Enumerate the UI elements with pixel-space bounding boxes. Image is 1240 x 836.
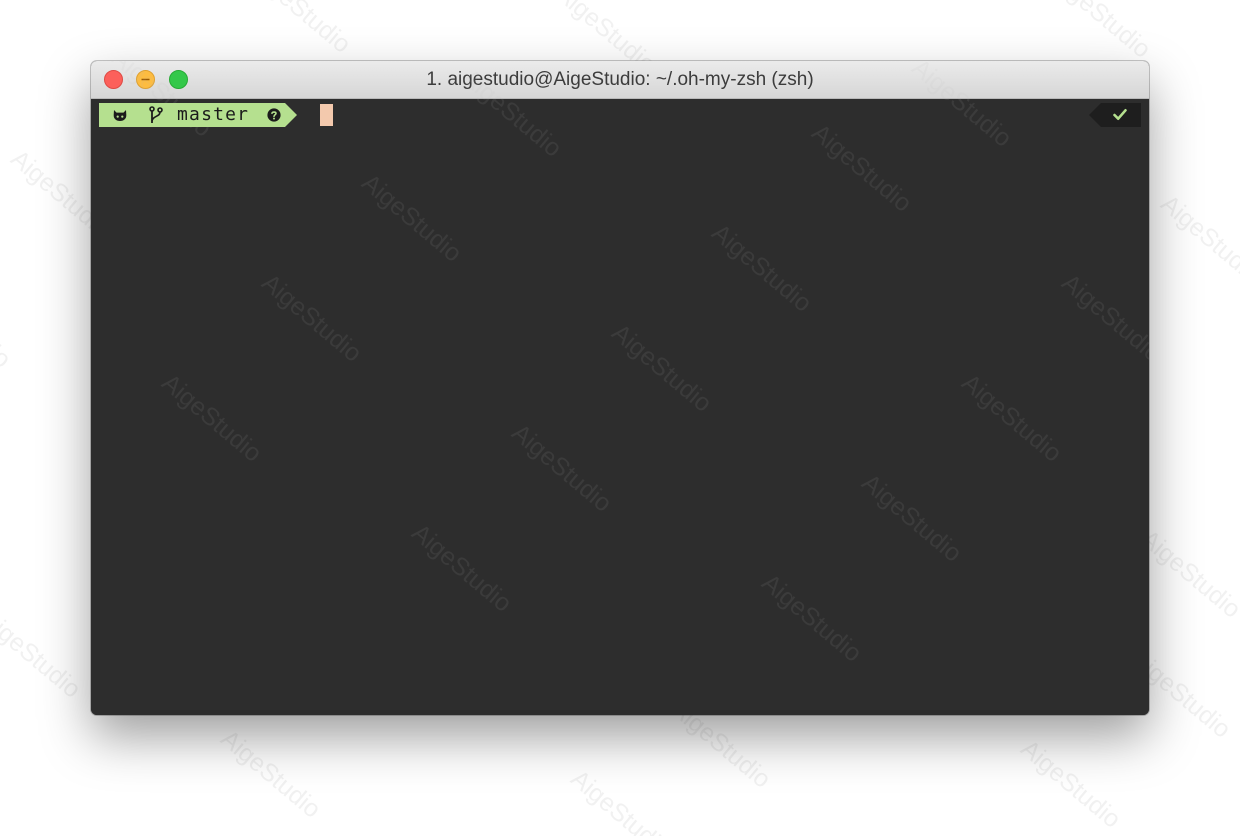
terminal-cursor[interactable] [320,104,333,126]
watermark: AigeStudio [565,764,677,836]
check-icon [1113,109,1127,120]
watermark: AigeStudio [1135,524,1240,624]
watermark: AigeStudio [1015,734,1127,834]
screenshot-stage: AigeStudio AigeStudio AigeStudio AigeStu… [0,0,1240,836]
watermark: AigeStudio [1045,0,1157,64]
watermark: AigeStudio [806,118,918,218]
watermark: AigeStudio [406,518,518,618]
watermark: AigeStudio [215,724,327,824]
watermark: AigeStudio [756,568,868,668]
watermark: AigeStudio [1056,268,1149,368]
exit-status-segment [1089,103,1141,127]
octocat-icon [113,110,127,121]
watermark: AigeStudio [256,268,368,368]
git-branch-icon [149,106,163,123]
watermark: AigeStudio [156,368,268,468]
question-circle-icon [267,108,281,122]
watermark: AigeStudio [956,368,1068,468]
window-title: 1. aigestudio@AigeStudio: ~/.oh-my-zsh (… [426,69,814,90]
title-bar[interactable]: 1. aigestudio@AigeStudio: ~/.oh-my-zsh (… [91,61,1149,99]
watermark: AigeStudio [0,604,87,704]
watermark: AigeStudio [706,218,818,318]
watermark: AigeStudio [0,274,17,374]
terminal-window[interactable]: 1. aigestudio@AigeStudio: ~/.oh-my-zsh (… [91,61,1149,715]
watermark: AigeStudio [356,168,468,268]
watermark: AigeStudio [606,318,718,418]
watermark: AigeStudio [1155,189,1240,289]
git-branch-label: master [177,104,250,125]
watermark: AigeStudio [245,0,357,59]
watermark: AigeStudio [856,468,968,568]
terminal-content[interactable]: AigeStudio AigeStudio AigeStudio AigeStu… [91,61,1149,715]
watermark: AigeStudio [506,418,618,518]
prompt-git-segment: master [99,103,297,127]
